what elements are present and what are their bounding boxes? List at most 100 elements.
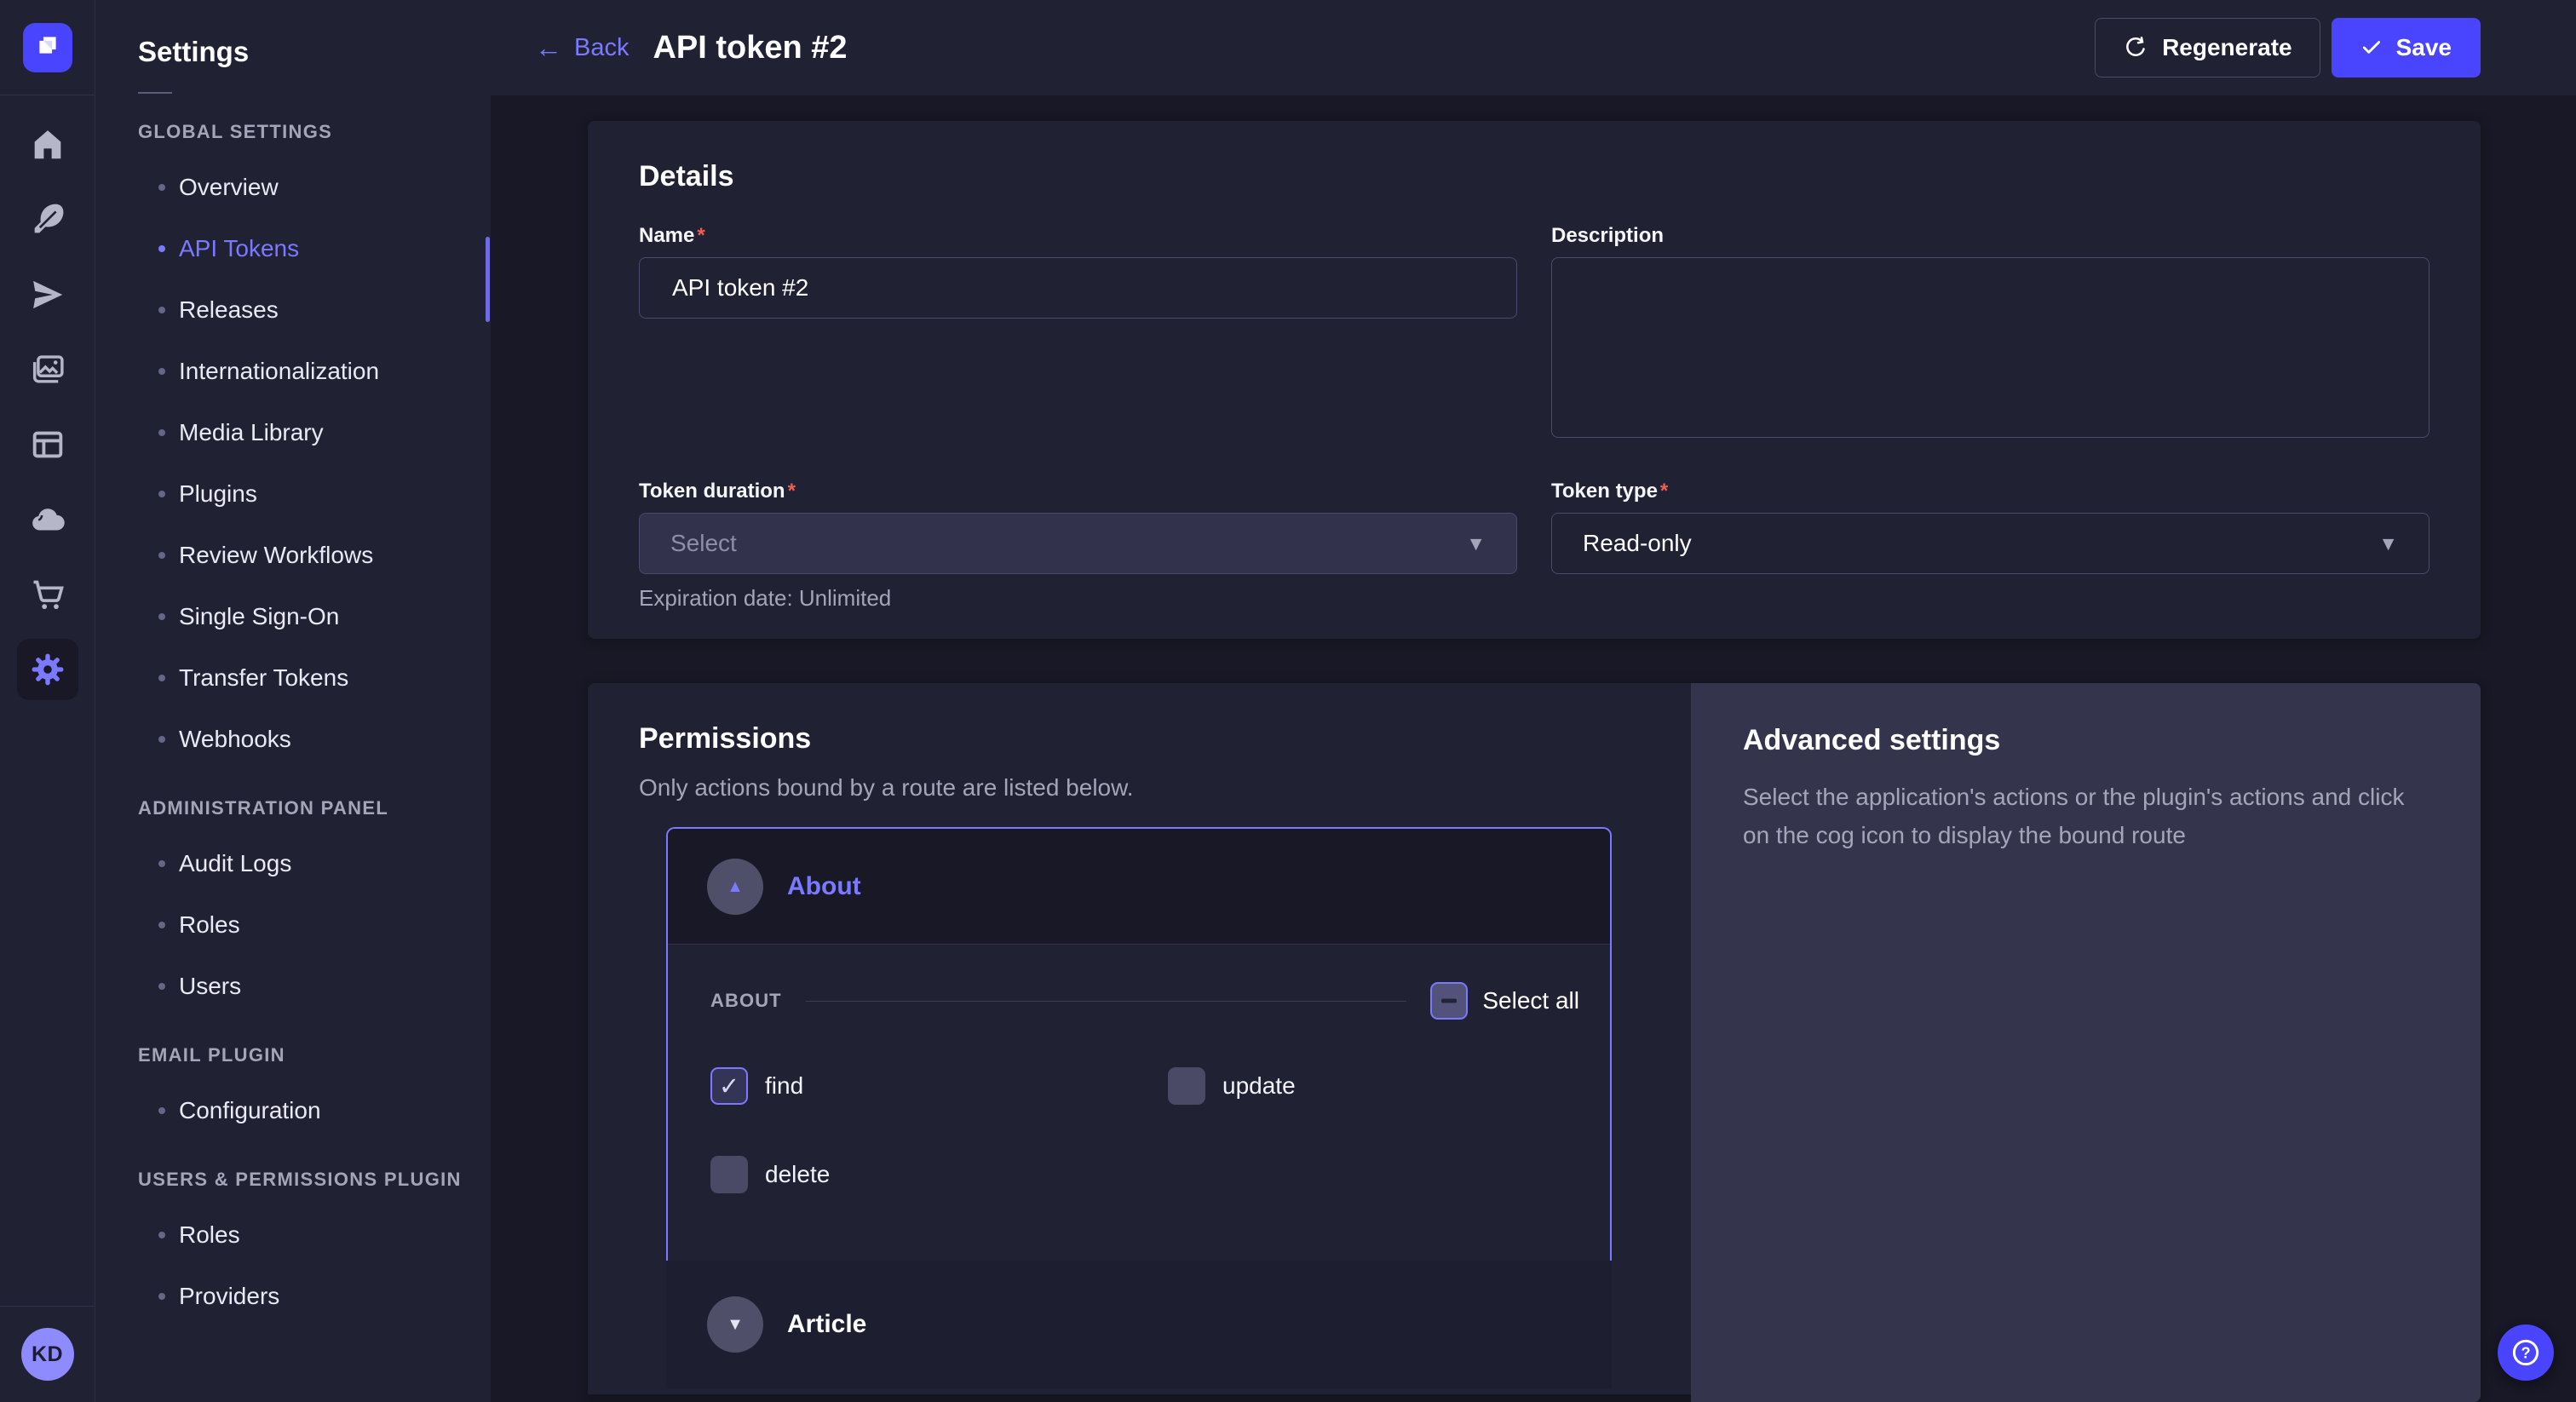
- description-label: Description: [1551, 224, 2429, 248]
- find-checkbox[interactable]: ✓: [710, 1067, 748, 1105]
- expand-button[interactable]: ▼: [707, 1296, 763, 1353]
- permissions-heading: Permissions: [639, 722, 1691, 756]
- sidebar-item-providers[interactable]: Providers: [95, 1266, 491, 1327]
- sidebar-item-label: Review Workflows: [179, 542, 373, 569]
- accordion-article-header[interactable]: ▼ Article: [666, 1261, 1612, 1388]
- sidebar-item-audit-logs[interactable]: Audit Logs: [95, 833, 491, 894]
- name-input[interactable]: [639, 257, 1517, 319]
- sidebar-title-rule: [138, 92, 172, 94]
- media-library-icon[interactable]: [27, 349, 68, 390]
- save-label: Save: [2396, 34, 2452, 61]
- user-avatar[interactable]: KD: [21, 1328, 74, 1381]
- required-asterisk: *: [788, 480, 796, 503]
- back-arrow-icon: ←: [535, 34, 562, 61]
- gear-icon[interactable]: [17, 639, 78, 700]
- about-section-row: ABOUT Select all: [710, 982, 1579, 1020]
- caret-up-icon: ▲: [727, 878, 744, 895]
- logo-area: [0, 0, 95, 95]
- question-mark-icon: ?: [2510, 1336, 2542, 1369]
- sidebar-item-label: Single Sign-On: [179, 603, 339, 630]
- save-button[interactable]: Save: [2332, 18, 2481, 78]
- sidebar-item-configuration[interactable]: Configuration: [95, 1080, 491, 1141]
- section-label: GLOBAL SETTINGS: [95, 121, 491, 143]
- settings-sidebar: Settings GLOBAL SETTINGS Overview API To…: [95, 0, 491, 1402]
- name-label: Name*: [639, 224, 1517, 248]
- duration-select[interactable]: Select ▼: [639, 513, 1517, 574]
- bullet-icon: [158, 983, 165, 990]
- back-link[interactable]: ← Back: [535, 34, 629, 62]
- update-checkbox[interactable]: [1168, 1067, 1205, 1105]
- sidebar-item-label: Roles: [179, 911, 240, 939]
- description-textarea[interactable]: [1551, 257, 2429, 438]
- sidebar-item-review-workflows[interactable]: Review Workflows: [95, 525, 491, 586]
- sidebar-item-roles[interactable]: Roles: [95, 894, 491, 956]
- sidebar-item-single-sign-on[interactable]: Single Sign-On: [95, 586, 491, 647]
- sidebar-item-transfer-tokens[interactable]: Transfer Tokens: [95, 647, 491, 709]
- sidebar-item-webhooks[interactable]: Webhooks: [95, 709, 491, 770]
- paper-plane-icon[interactable]: [27, 274, 68, 315]
- action-delete: delete: [710, 1156, 1168, 1193]
- sidebar-item-label: Overview: [179, 174, 279, 201]
- back-label: Back: [574, 34, 629, 62]
- bullet-icon: [158, 245, 165, 252]
- sidebar-item-label: Configuration: [179, 1097, 321, 1124]
- section-label: USERS & PERMISSIONS PLUGIN: [95, 1169, 491, 1191]
- name-field-group: Name*: [639, 224, 1517, 442]
- rail-footer: KD: [0, 1306, 95, 1402]
- page-content: Details Name* Description: [491, 95, 2576, 1402]
- delete-label: delete: [765, 1161, 830, 1188]
- sidebar-item-label: Media Library: [179, 419, 324, 446]
- strapi-logo-icon: [34, 32, 61, 63]
- advanced-settings-description: Select the application's actions or the …: [1743, 778, 2407, 855]
- select-all-label: Select all: [1482, 987, 1579, 1014]
- sidebar-scrollbar[interactable]: [486, 237, 490, 322]
- bullet-icon: [158, 429, 165, 436]
- home-icon[interactable]: [27, 124, 68, 165]
- layout-icon[interactable]: [27, 424, 68, 465]
- sidebar-item-api-tokens[interactable]: API Tokens: [95, 218, 491, 279]
- regenerate-button[interactable]: Regenerate: [2095, 18, 2320, 78]
- advanced-settings-panel: Advanced settings Select the application…: [1691, 683, 2481, 1402]
- main-area: ← Back API token #2 Regenerate Save: [491, 0, 2576, 1402]
- duration-field-group: Token duration* Select ▼ Expiration date…: [639, 480, 1517, 612]
- app-root: KD Settings GLOBAL SETTINGS Overview API…: [0, 0, 2576, 1402]
- strapi-logo[interactable]: [23, 23, 72, 72]
- check-icon: ✓: [719, 1072, 739, 1101]
- sidebar-item-label: Transfer Tokens: [179, 664, 348, 692]
- sidebar-item-internationalization[interactable]: Internationalization: [95, 341, 491, 402]
- sidebar-item-plugins[interactable]: Plugins: [95, 463, 491, 525]
- caret-down-icon: ▼: [727, 1316, 744, 1333]
- bullet-icon: [158, 922, 165, 928]
- sidebar-section-admin: ADMINISTRATION PANEL Audit Logs Roles Us…: [95, 797, 491, 1017]
- sidebar-item-label: Users: [179, 973, 241, 1000]
- refresh-icon: [2123, 35, 2148, 60]
- sidebar-section-users-permissions: USERS & PERMISSIONS PLUGIN Roles Provide…: [95, 1169, 491, 1327]
- description-field-group: Description: [1551, 224, 2429, 442]
- check-icon: [2360, 37, 2383, 59]
- sidebar-item-users[interactable]: Users: [95, 956, 491, 1017]
- accordion-about-header[interactable]: ▲ About: [668, 829, 1610, 945]
- delete-checkbox[interactable]: [710, 1156, 748, 1193]
- select-all-checkbox[interactable]: [1430, 982, 1468, 1020]
- section-label: EMAIL PLUGIN: [95, 1044, 491, 1066]
- cart-icon[interactable]: [27, 574, 68, 615]
- bullet-icon: [158, 613, 165, 620]
- update-label: update: [1222, 1072, 1296, 1100]
- type-select-value: Read-only: [1583, 530, 1692, 557]
- collapse-button[interactable]: ▲: [707, 859, 763, 915]
- feather-icon[interactable]: [27, 199, 68, 240]
- duration-helper-text: Expiration date: Unlimited: [639, 585, 1517, 612]
- action-update: update: [1168, 1067, 1579, 1105]
- sidebar-item-media-library[interactable]: Media Library: [95, 402, 491, 463]
- next-accordion-edge: [588, 1394, 1691, 1402]
- sidebar-item-releases[interactable]: Releases: [95, 279, 491, 341]
- sidebar-item-up-roles[interactable]: Roles: [95, 1204, 491, 1266]
- sidebar-item-overview[interactable]: Overview: [95, 157, 491, 218]
- cloud-icon[interactable]: [27, 499, 68, 540]
- accordion-article-title: Article: [787, 1310, 866, 1339]
- bullet-icon: [158, 184, 165, 191]
- help-button[interactable]: ?: [2498, 1324, 2554, 1381]
- page-header: ← Back API token #2 Regenerate Save: [491, 0, 2576, 95]
- required-asterisk: *: [1660, 480, 1668, 503]
- type-select[interactable]: Read-only ▼: [1551, 513, 2429, 574]
